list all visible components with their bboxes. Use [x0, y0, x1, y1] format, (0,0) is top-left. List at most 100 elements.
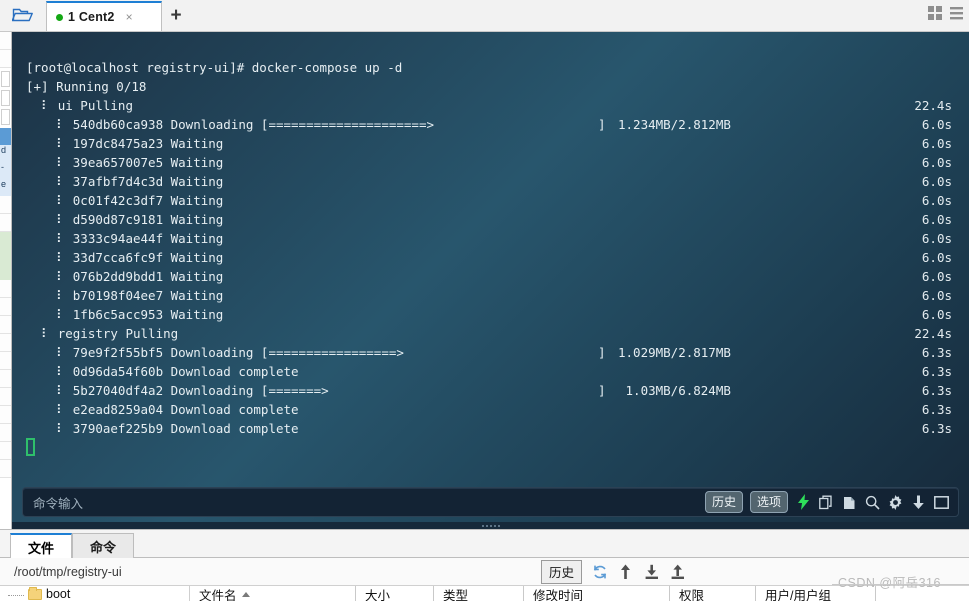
strip-row	[0, 264, 11, 280]
path-history-button[interactable]: 历史	[540, 559, 582, 584]
window-icon[interactable]	[933, 494, 949, 510]
command-input-placeholder[interactable]: 命令输入	[23, 493, 83, 512]
tab-label: 1 Cent2	[68, 10, 115, 24]
file-column-header-4[interactable]: 修改时间	[524, 586, 670, 601]
directory-tree[interactable]: boot	[0, 586, 190, 601]
bottom-panel: 文件 命令 /root/tmp/registry-ui 历史 boot 文件名 …	[0, 529, 969, 601]
tab-files[interactable]: 文件	[10, 533, 73, 559]
open-folder-button[interactable]	[0, 0, 46, 31]
list-view-icon[interactable]	[950, 6, 963, 20]
layer-elapsed-time: 6.3s	[921, 421, 952, 436]
layer-size: 1.234MB/2.812MB	[618, 117, 731, 132]
copy-icon[interactable]	[818, 494, 834, 510]
file-column-label: 类型	[443, 588, 469, 601]
command-input-bar[interactable]: 命令输入 历史 选项	[22, 487, 959, 517]
terminal-layer-line: ⠇ 0d96da54f60b Download complete 6.3s	[26, 364, 952, 379]
close-icon[interactable]: ×	[126, 11, 133, 23]
collapsed-side-panel[interactable]: d - e	[0, 32, 12, 529]
terminal-layer-line: ⠇ 540db60ca938 Downloading [============…	[26, 117, 952, 132]
command-bar-tools: 历史 选项	[704, 491, 958, 513]
progress-bar-end: ]	[598, 383, 606, 398]
terminal-layer-line: ⠇ 0c01f42c3df7 Waiting 6.0s	[26, 193, 952, 208]
file-list-header: 文件名 大小 类型 修改时间 权限 用户/用户组	[190, 586, 969, 601]
terminal-tab-1[interactable]: 1 Cent2 ×	[46, 1, 162, 31]
strip-row	[0, 298, 11, 316]
strip-selected-row	[0, 128, 11, 145]
terminal-layer-line: ⠇ b70198f04ee7 Waiting 6.0s	[26, 288, 952, 303]
bottom-tabs: 文件 命令	[10, 531, 135, 559]
lightning-icon[interactable]	[795, 494, 811, 510]
layer-elapsed-time: 6.0s	[921, 269, 952, 284]
file-column-header-5[interactable]: 权限	[670, 586, 756, 601]
file-column-header-2[interactable]: 大小	[356, 586, 434, 601]
strip-row	[0, 280, 11, 298]
layer-elapsed-time: 6.0s	[921, 117, 952, 132]
terminal-panel[interactable]: [root@localhost registry-ui]# docker-com…	[12, 32, 969, 529]
folder-icon	[28, 586, 42, 600]
tab-commands[interactable]: 命令	[72, 533, 135, 559]
strip-row	[0, 460, 11, 478]
paste-icon[interactable]	[841, 494, 857, 510]
progress-bar-end: ]	[598, 345, 606, 360]
terminal-layer-line: ⠇ e2ead8259a04 Download complete 6.3s	[26, 402, 952, 417]
strip-row	[0, 232, 11, 248]
layer-elapsed-time: 6.0s	[921, 307, 952, 322]
strip-row	[0, 424, 11, 442]
layer-elapsed-time: 6.0s	[921, 136, 952, 151]
strip-row	[0, 248, 11, 264]
terminal-group-line: ⠇ registry Pulling 22.4s	[26, 326, 952, 341]
layer-elapsed-time: 6.0s	[921, 288, 952, 303]
terminal-layer-line: ⠇ 5b27040df4a2 Downloading [=======>] 1.…	[26, 383, 952, 398]
search-icon[interactable]	[864, 494, 880, 510]
layer-elapsed-time: 6.0s	[921, 212, 952, 227]
new-tab-button[interactable]: +	[162, 1, 190, 31]
strip-row	[0, 352, 11, 370]
layer-elapsed-time: 6.0s	[921, 174, 952, 189]
file-column-label: 修改时间	[533, 588, 584, 601]
terminal-layer-line: ⠇ 3790aef225b9 Download complete 6.3s	[26, 421, 952, 436]
refresh-icon[interactable]	[591, 563, 608, 580]
layer-elapsed-time: 6.0s	[921, 250, 952, 265]
terminal-layer-line: ⠇ 33d7cca6fc9f Waiting 6.0s	[26, 250, 952, 265]
strip-row	[0, 50, 11, 68]
tab-files-label: 文件	[28, 540, 55, 556]
upload-arrow-icon[interactable]	[617, 563, 634, 580]
file-column-header-3[interactable]: 类型	[434, 586, 524, 601]
file-column-label: 权限	[679, 588, 705, 601]
layer-elapsed-time: 6.3s	[921, 364, 952, 379]
gear-icon[interactable]	[887, 494, 903, 510]
tab-commands-label: 命令	[90, 540, 117, 555]
terminal-output[interactable]: [root@localhost registry-ui]# docker-com…	[12, 32, 969, 485]
file-column-header-1[interactable]: 文件名	[190, 586, 356, 601]
tab-status-dot	[56, 13, 63, 21]
grid-view-icon[interactable]	[928, 6, 944, 20]
strip-row	[0, 196, 11, 214]
file-column-header-6[interactable]: 用户/用户组	[756, 586, 876, 601]
panel-resize-grip[interactable]	[12, 522, 969, 529]
layer-elapsed-time: 6.0s	[921, 193, 952, 208]
tabbar-right-tools	[928, 0, 969, 31]
layer-size: 1.03MB/6.824MB	[618, 383, 731, 398]
block-cursor	[26, 438, 35, 456]
download-icon[interactable]	[910, 494, 926, 510]
file-column-label: 用户/用户组	[765, 588, 831, 601]
upload-from-disk-icon[interactable]	[669, 563, 686, 580]
group-elapsed-time: 22.4s	[914, 98, 952, 113]
command-history-button[interactable]: 历史	[704, 491, 743, 513]
tree-item-boot[interactable]: boot	[46, 587, 70, 601]
tree-connector	[8, 594, 24, 596]
group-elapsed-time: 22.4s	[914, 326, 952, 341]
terminal-layer-line: ⠇ 197dc8475a23 Waiting 6.0s	[26, 136, 952, 151]
download-to-disk-icon[interactable]	[643, 563, 660, 580]
layer-elapsed-time: 6.3s	[921, 345, 952, 360]
file-column-label: 大小	[365, 588, 391, 601]
strip-row	[1, 71, 10, 87]
strip-row	[0, 214, 11, 232]
current-path[interactable]: /root/tmp/registry-ui	[0, 565, 122, 579]
progress-bar-end: ]	[598, 117, 606, 132]
terminal-prompt-line: [root@localhost registry-ui]# docker-com…	[26, 60, 403, 75]
strip-row	[0, 406, 11, 424]
command-options-button[interactable]: 选项	[749, 491, 788, 513]
terminal-status-line: [+] Running 0/18	[26, 79, 147, 94]
watermark-strike	[832, 584, 969, 585]
